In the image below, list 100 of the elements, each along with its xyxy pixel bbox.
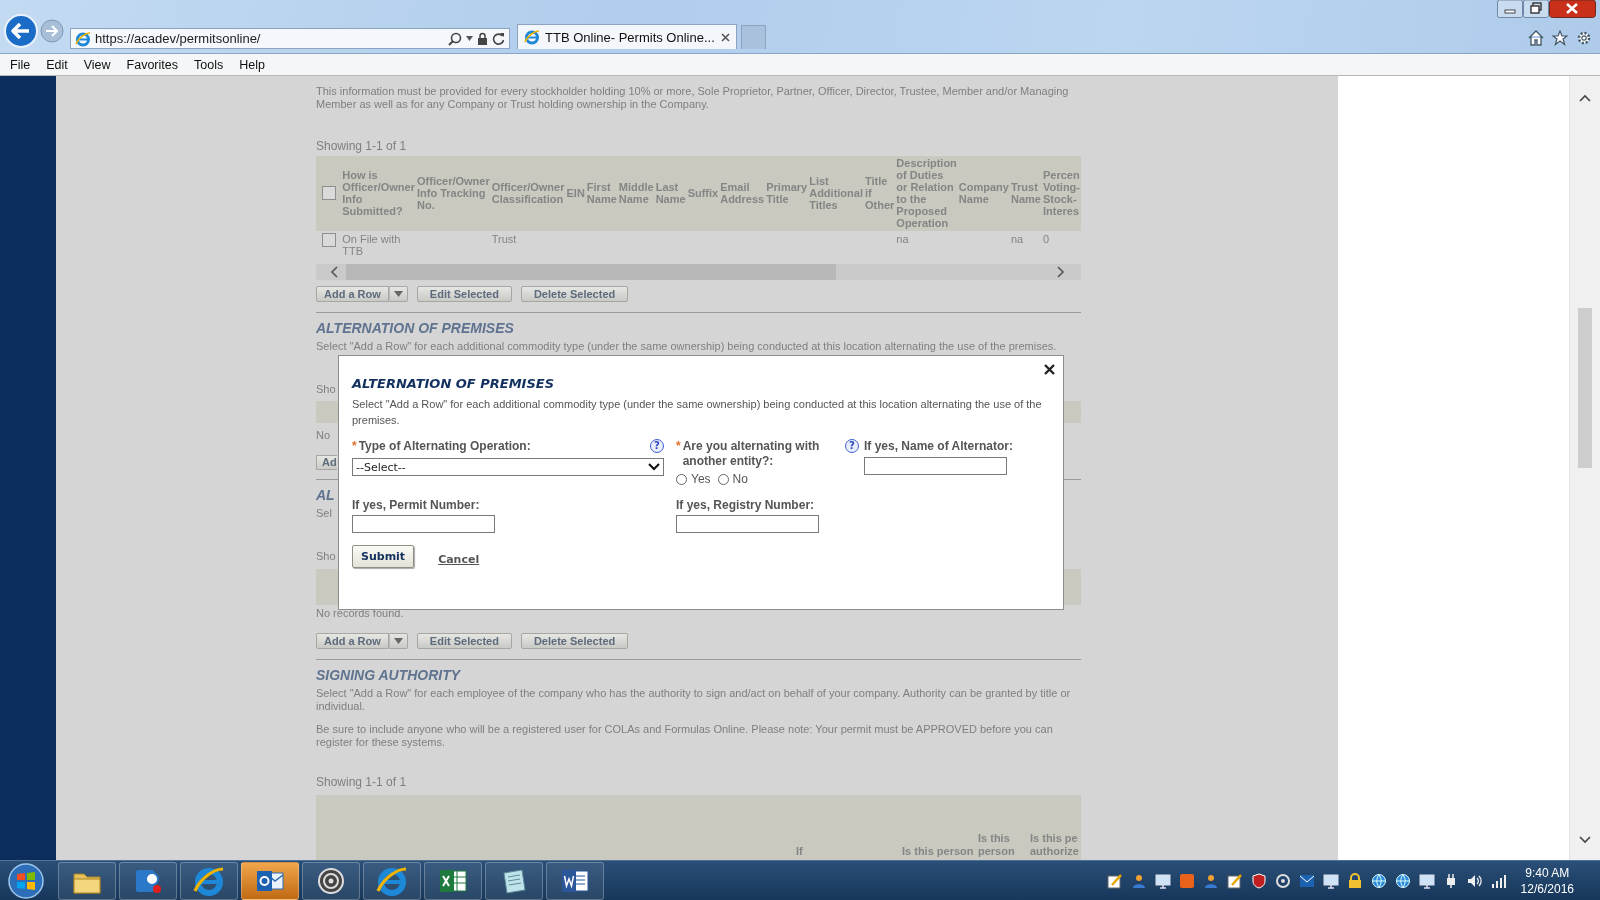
column-header: Email Address: [719, 156, 766, 231]
radio-label: Yes: [691, 472, 711, 486]
monitor-icon[interactable]: [1322, 872, 1339, 889]
taskbar-button[interactable]: [180, 861, 238, 900]
section-description: Select "Add a Row" for each employee of the company who has the authority to sign and/act on behalf of your company. Authority can be granted by title or individual.: [316, 686, 1072, 713]
note-icon[interactable]: [1106, 872, 1123, 889]
monitor-icon[interactable]: [1418, 872, 1435, 889]
action-button[interactable]: Edit Selected: [416, 285, 512, 302]
settings-icon[interactable]: [1576, 30, 1592, 46]
square-icon[interactable]: [1178, 872, 1195, 889]
ring-icon[interactable]: [1274, 872, 1291, 889]
dropdown-button[interactable]: [388, 285, 408, 302]
taskbar-button[interactable]: [302, 861, 360, 900]
taskbar-button[interactable]: [241, 861, 299, 900]
restore-button[interactable]: [1523, 0, 1549, 18]
close-icon[interactable]: [1044, 364, 1055, 375]
add-row-button[interactable]: Add a Row: [316, 285, 389, 302]
globe-icon[interactable]: [1370, 872, 1387, 889]
signal-icon[interactable]: [1490, 872, 1507, 889]
mail-icon[interactable]: [1298, 872, 1315, 889]
column-header: Is this pe authorize: [1030, 832, 1080, 858]
menu-item[interactable]: Edit: [46, 57, 77, 72]
address-field[interactable]: https://acadev/permitsonline/: [95, 31, 444, 46]
address-bar[interactable]: https://acadev/permitsonline/: [70, 28, 510, 49]
text-field[interactable]: [864, 457, 1007, 475]
text-field[interactable]: [352, 515, 495, 533]
lock-icon[interactable]: [1346, 872, 1363, 889]
person-icon[interactable]: [1202, 872, 1219, 889]
scrollbar-thumb[interactable]: [346, 263, 836, 280]
section-description: Be sure to include anyone who will be a registered user for COLAs and Formulas Online. Please note: Your permit must be APPROVED before you can register for these systems.: [316, 722, 1054, 749]
section-heading: ALTERNATION OF PREMISES: [316, 319, 515, 336]
shield-icon[interactable]: [1250, 872, 1267, 889]
caret-icon: [393, 290, 403, 297]
taskbar-button[interactable]: [363, 861, 421, 900]
help-icon[interactable]: ?: [845, 439, 859, 453]
star-icon[interactable]: [1552, 30, 1568, 46]
menu-item[interactable]: View: [83, 57, 120, 72]
globe-icon[interactable]: [1394, 872, 1411, 889]
taskbar-button[interactable]: [424, 861, 482, 900]
note-icon[interactable]: [1226, 872, 1243, 889]
column-header: How is Officer/Owner Info Submitted?: [341, 156, 416, 231]
chevron-down-icon[interactable]: [1579, 836, 1591, 844]
horizontal-scrollbar[interactable]: [316, 263, 1081, 280]
section-heading: AL: [316, 486, 335, 503]
chevron-left-icon[interactable]: [330, 265, 338, 278]
cancel-link[interactable]: Cancel: [438, 553, 480, 566]
checkbox[interactable]: [322, 232, 336, 247]
clock-time: 9:40 AM: [1525, 864, 1570, 881]
vertical-scrollbar[interactable]: [1569, 76, 1600, 860]
field-label: If yes, Name of Alternator:: [864, 439, 1013, 454]
taskbar-button[interactable]: [119, 861, 177, 900]
menu-item[interactable]: File: [10, 57, 40, 72]
person-icon[interactable]: [1130, 872, 1147, 889]
menu-item[interactable]: Help: [239, 57, 274, 72]
chevron-up-icon[interactable]: [1579, 94, 1591, 102]
column-header: Officer/Owner Info Tracking No.: [416, 156, 491, 231]
forward-button[interactable]: [39, 18, 65, 44]
back-button[interactable]: [3, 13, 39, 49]
dropdown-button[interactable]: [388, 632, 408, 649]
column-header: Is this person: [902, 845, 975, 858]
required-mark: *: [352, 439, 357, 453]
dialog-description: Select "Add a Row" for each additional commodity type (under the same ownership) being conducted at this location alternating the use of the premises.: [352, 397, 1043, 428]
close-button[interactable]: [1549, 0, 1596, 18]
scrollbar-thumb[interactable]: [1578, 308, 1592, 468]
taskbar-button[interactable]: [546, 861, 604, 900]
record-count: Sho: [316, 549, 336, 563]
action-button[interactable]: Edit Selected: [416, 632, 512, 649]
menu-item[interactable]: Favorites: [126, 57, 187, 72]
table-cell: Trust: [490, 230, 566, 258]
add-row-button[interactable]: Add a Row: [316, 632, 389, 649]
section-description: Sel: [316, 506, 332, 520]
browser-tab[interactable]: TTB Online- Permits Online...: [517, 24, 737, 49]
column-header: List Additional Titles: [808, 156, 864, 231]
checkbox[interactable]: [322, 186, 336, 201]
menu-item[interactable]: Tools: [194, 57, 233, 72]
radio-button[interactable]: [717, 473, 729, 485]
radio-button[interactable]: [676, 473, 687, 485]
action-button[interactable]: Delete Selected: [520, 632, 629, 649]
column-header: Primary Title: [765, 156, 809, 231]
taskbar-button[interactable]: [485, 861, 543, 900]
taskbar-button[interactable]: [58, 861, 116, 900]
chevron-right-icon[interactable]: [1057, 265, 1065, 278]
close-icon[interactable]: [721, 32, 730, 42]
column-header: Officer/Owner Classification: [490, 156, 566, 231]
start-button[interactable]: [6, 861, 46, 900]
column-header: Company Name: [957, 156, 1010, 231]
home-icon[interactable]: [1528, 30, 1544, 46]
column-header: If: [796, 845, 804, 858]
submit-button[interactable]: Submit: [352, 545, 415, 568]
caret-icon[interactable]: [466, 36, 473, 41]
table-cell: na: [895, 230, 958, 258]
help-icon[interactable]: ?: [650, 439, 664, 453]
monitor-icon[interactable]: [1154, 872, 1171, 889]
select-field[interactable]: --Select--: [352, 458, 664, 476]
search-icon[interactable]: [448, 31, 462, 46]
refresh-icon[interactable]: [492, 32, 505, 45]
action-button[interactable]: Delete Selected: [520, 285, 629, 302]
table-cell: 0: [1041, 230, 1081, 258]
add-row-button[interactable]: Ad: [316, 454, 337, 470]
text-field[interactable]: [676, 515, 819, 533]
